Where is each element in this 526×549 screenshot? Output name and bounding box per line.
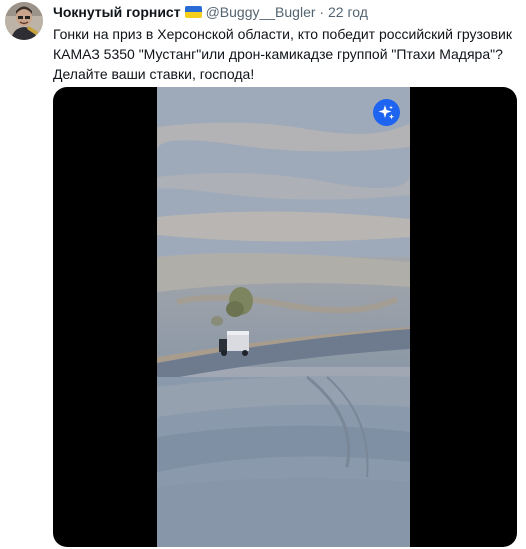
avatar[interactable] [5,2,43,40]
author-name[interactable]: Чокнутый горнист [53,4,181,20]
tweet-header: Чокнутый горнист @Buggy__Bugler · 22 год [53,3,516,21]
timestamp[interactable]: 22 год [328,4,368,20]
tweet-text-line: Гонки на приз в Херсонской области, кто … [53,26,512,42]
author-handle[interactable]: @Buggy__Bugler [206,4,316,20]
tweet-text-line: Делайте ваши ставки, господа! [53,66,255,82]
sparkle-icon[interactable] [373,99,400,126]
tweet: Чокнутый горнист @Buggy__Bugler · 22 год … [0,0,526,549]
ukraine-flag-icon [184,6,202,18]
video-player[interactable] [53,87,517,547]
separator-dot: · [319,4,325,20]
tweet-text-line: КАМАЗ 5350 "Мустанг"или дрон-камикадзе г… [53,46,503,62]
video-frame [157,87,410,547]
tweet-text: Гонки на приз в Херсонской области, кто … [53,24,519,84]
